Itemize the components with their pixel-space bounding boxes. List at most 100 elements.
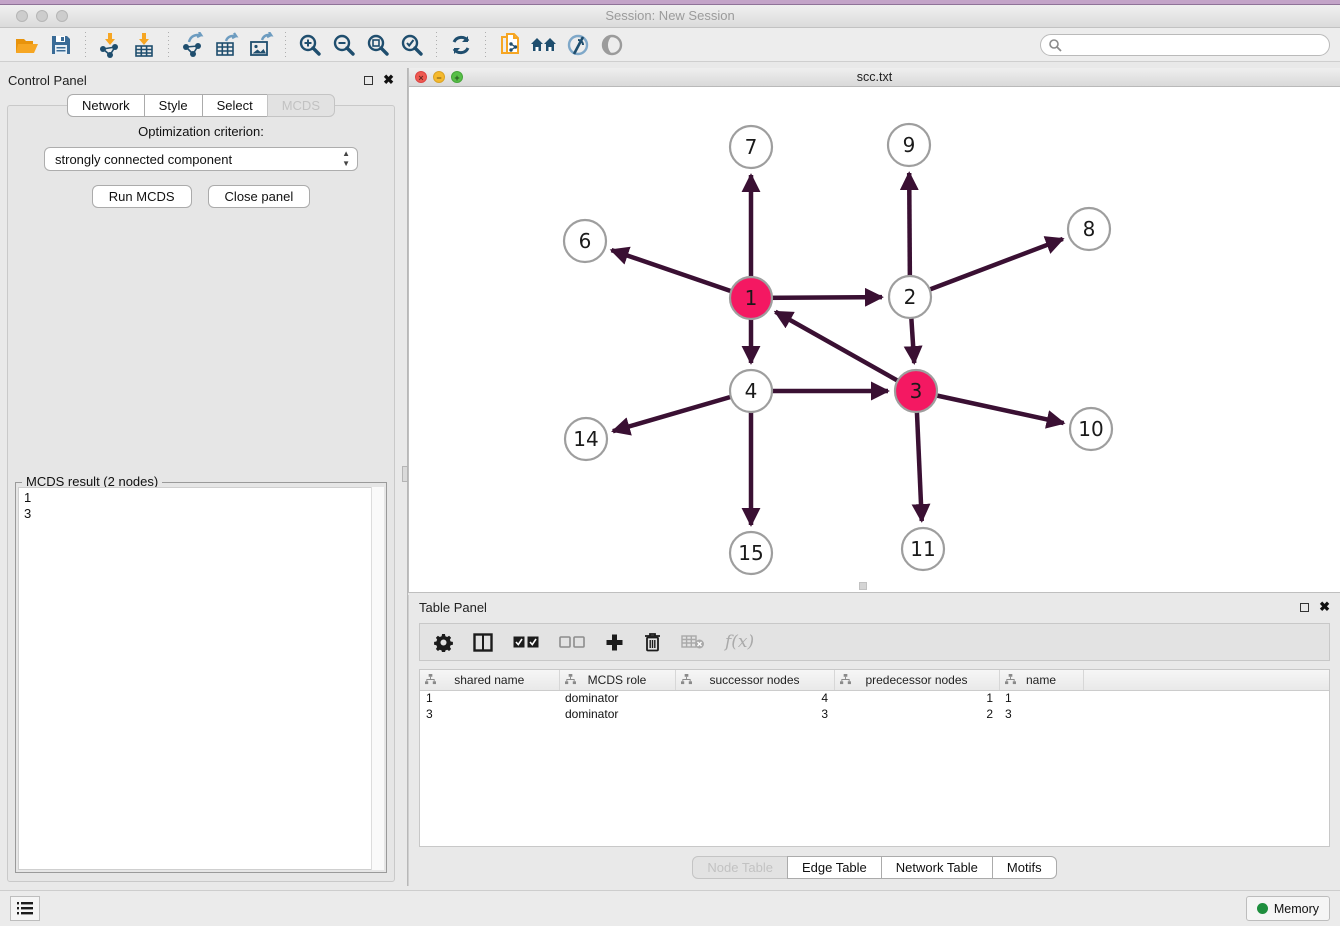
table-toolbar: f(x): [419, 623, 1330, 661]
search-icon: [1048, 38, 1062, 52]
column-header-MCDS-role[interactable]: MCDS role: [559, 670, 675, 690]
result-line: 1: [24, 490, 378, 506]
zoom-fit-button[interactable]: [361, 31, 395, 59]
gear-icon: [434, 633, 453, 652]
delete-column-button[interactable]: [644, 632, 661, 652]
graph-edge-3-1[interactable]: [775, 312, 916, 391]
table-cell[interactable]: 2: [834, 706, 999, 722]
table-cell[interactable]: 1: [834, 690, 999, 706]
table-panel-header: Table Panel ✖: [409, 595, 1340, 619]
memory-label: Memory: [1274, 902, 1319, 916]
table-cell[interactable]: 4: [675, 690, 834, 706]
zoom-out-button[interactable]: [327, 31, 361, 59]
column-header-shared-name[interactable]: shared name: [420, 670, 559, 690]
network-graph[interactable]: 7968124314101511: [409, 87, 1339, 592]
control-tab-style[interactable]: Style: [144, 94, 203, 117]
canvas-scroll-dot[interactable]: [859, 582, 867, 590]
close-panel-button[interactable]: Close panel: [208, 185, 311, 208]
column-label: MCDS role: [588, 673, 647, 687]
table-tab-motifs[interactable]: Motifs: [992, 856, 1057, 879]
graph-edge-1-6[interactable]: [611, 250, 751, 298]
control-panel-title: Control Panel: [8, 73, 87, 88]
add-column-button[interactable]: [605, 633, 624, 652]
column-header-successor-nodes[interactable]: successor nodes: [675, 670, 834, 690]
graph-edge-3-10[interactable]: [916, 391, 1064, 423]
toolbar-separator: [85, 32, 86, 58]
table-cell[interactable]: dominator: [559, 690, 675, 706]
toolbar-separator: [436, 32, 437, 58]
column-header-name[interactable]: name: [999, 670, 1083, 690]
table-cell[interactable]: 3: [999, 706, 1083, 722]
export-network-button[interactable]: [176, 31, 210, 59]
optimization-criterion-dropdown[interactable]: strongly connected component ▲▼: [44, 147, 358, 171]
zoom-selected-button[interactable]: [395, 31, 429, 59]
birdseye-icon: [599, 34, 625, 56]
import-table-icon: [132, 32, 156, 58]
import-network-button[interactable]: [93, 31, 127, 59]
mcds-result-group: MCDS result (2 nodes) 13: [15, 482, 387, 873]
float-table-panel-icon[interactable]: [1300, 603, 1309, 612]
table-panel: Table Panel ✖: [408, 595, 1340, 886]
search-input[interactable]: [1040, 34, 1330, 56]
clone-network-button[interactable]: [493, 31, 527, 59]
table-tab-node-table[interactable]: Node Table: [692, 856, 788, 879]
table-cell[interactable]: 1: [999, 690, 1083, 706]
network-canvas[interactable]: 7968124314101511: [409, 87, 1340, 592]
result-scrollbar[interactable]: [371, 487, 384, 870]
delete-table-button[interactable]: [681, 634, 705, 650]
import-table-button[interactable]: [127, 31, 161, 59]
table-cell[interactable]: 3: [675, 706, 834, 722]
table-tab-network-table[interactable]: Network Table: [881, 856, 993, 879]
result-line: 3: [24, 506, 378, 522]
home-button[interactable]: [527, 31, 561, 59]
column-header-predecessor-nodes[interactable]: predecessor nodes: [834, 670, 999, 690]
run-mcds-button[interactable]: Run MCDS: [92, 185, 192, 208]
zoom-in-icon: [298, 33, 322, 57]
select-all-button[interactable]: [513, 636, 539, 649]
export-network-icon: [181, 32, 205, 58]
close-table-panel-icon[interactable]: ✖: [1319, 601, 1330, 613]
memory-status-icon: [1257, 903, 1268, 914]
control-tab-network[interactable]: Network: [67, 94, 145, 117]
table-cell[interactable]: 1: [420, 690, 559, 706]
network-view-window: × − + scc.txt 7968124314101511: [408, 68, 1340, 593]
zoom-selected-icon: [400, 33, 424, 57]
table-row[interactable]: 3dominator323: [420, 706, 1329, 722]
export-table-button[interactable]: [210, 31, 244, 59]
optimization-criterion-label: Optimization criterion:: [8, 124, 394, 139]
save-session-button[interactable]: [44, 31, 78, 59]
birdseye-button[interactable]: [595, 31, 629, 59]
task-history-button[interactable]: [10, 896, 40, 921]
table-tab-edge-table[interactable]: Edge Table: [787, 856, 882, 879]
export-image-icon: [248, 32, 274, 58]
column-layout-button[interactable]: [473, 633, 493, 652]
graph-node-label: 14: [573, 427, 598, 451]
import-network-icon: [98, 32, 122, 58]
table-row[interactable]: 1dominator411: [420, 690, 1329, 706]
network-window-titlebar[interactable]: × − + scc.txt: [409, 68, 1340, 87]
control-tab-mcds[interactable]: MCDS: [267, 94, 335, 117]
clone-network-icon: [498, 32, 522, 58]
float-panel-icon[interactable]: [364, 76, 373, 85]
table-cell[interactable]: 3: [420, 706, 559, 722]
export-image-button[interactable]: [244, 31, 278, 59]
refresh-button[interactable]: [444, 31, 478, 59]
deselect-all-button[interactable]: [559, 636, 585, 649]
hide-graphics-button[interactable]: [561, 31, 595, 59]
zoom-out-icon: [332, 33, 356, 57]
memory-button[interactable]: Memory: [1246, 896, 1330, 921]
table-cell[interactable]: dominator: [559, 706, 675, 722]
apply-function-button[interactable]: f(x): [725, 632, 754, 652]
gear-button[interactable]: [434, 633, 453, 652]
mcds-result-list[interactable]: 13: [18, 487, 384, 870]
zoom-in-button[interactable]: [293, 31, 327, 59]
graph-node-label: 10: [1078, 417, 1103, 441]
trash-icon: [644, 632, 661, 652]
table-header-row[interactable]: shared name MCDS role successor nodesprede…: [420, 670, 1329, 690]
open-session-button[interactable]: [10, 31, 44, 59]
graph-node-label: 4: [745, 379, 758, 403]
close-panel-icon[interactable]: ✖: [383, 74, 394, 86]
graph-edge-2-8[interactable]: [910, 239, 1063, 297]
control-tab-select[interactable]: Select: [202, 94, 268, 117]
graph-node-label: 6: [579, 229, 592, 253]
